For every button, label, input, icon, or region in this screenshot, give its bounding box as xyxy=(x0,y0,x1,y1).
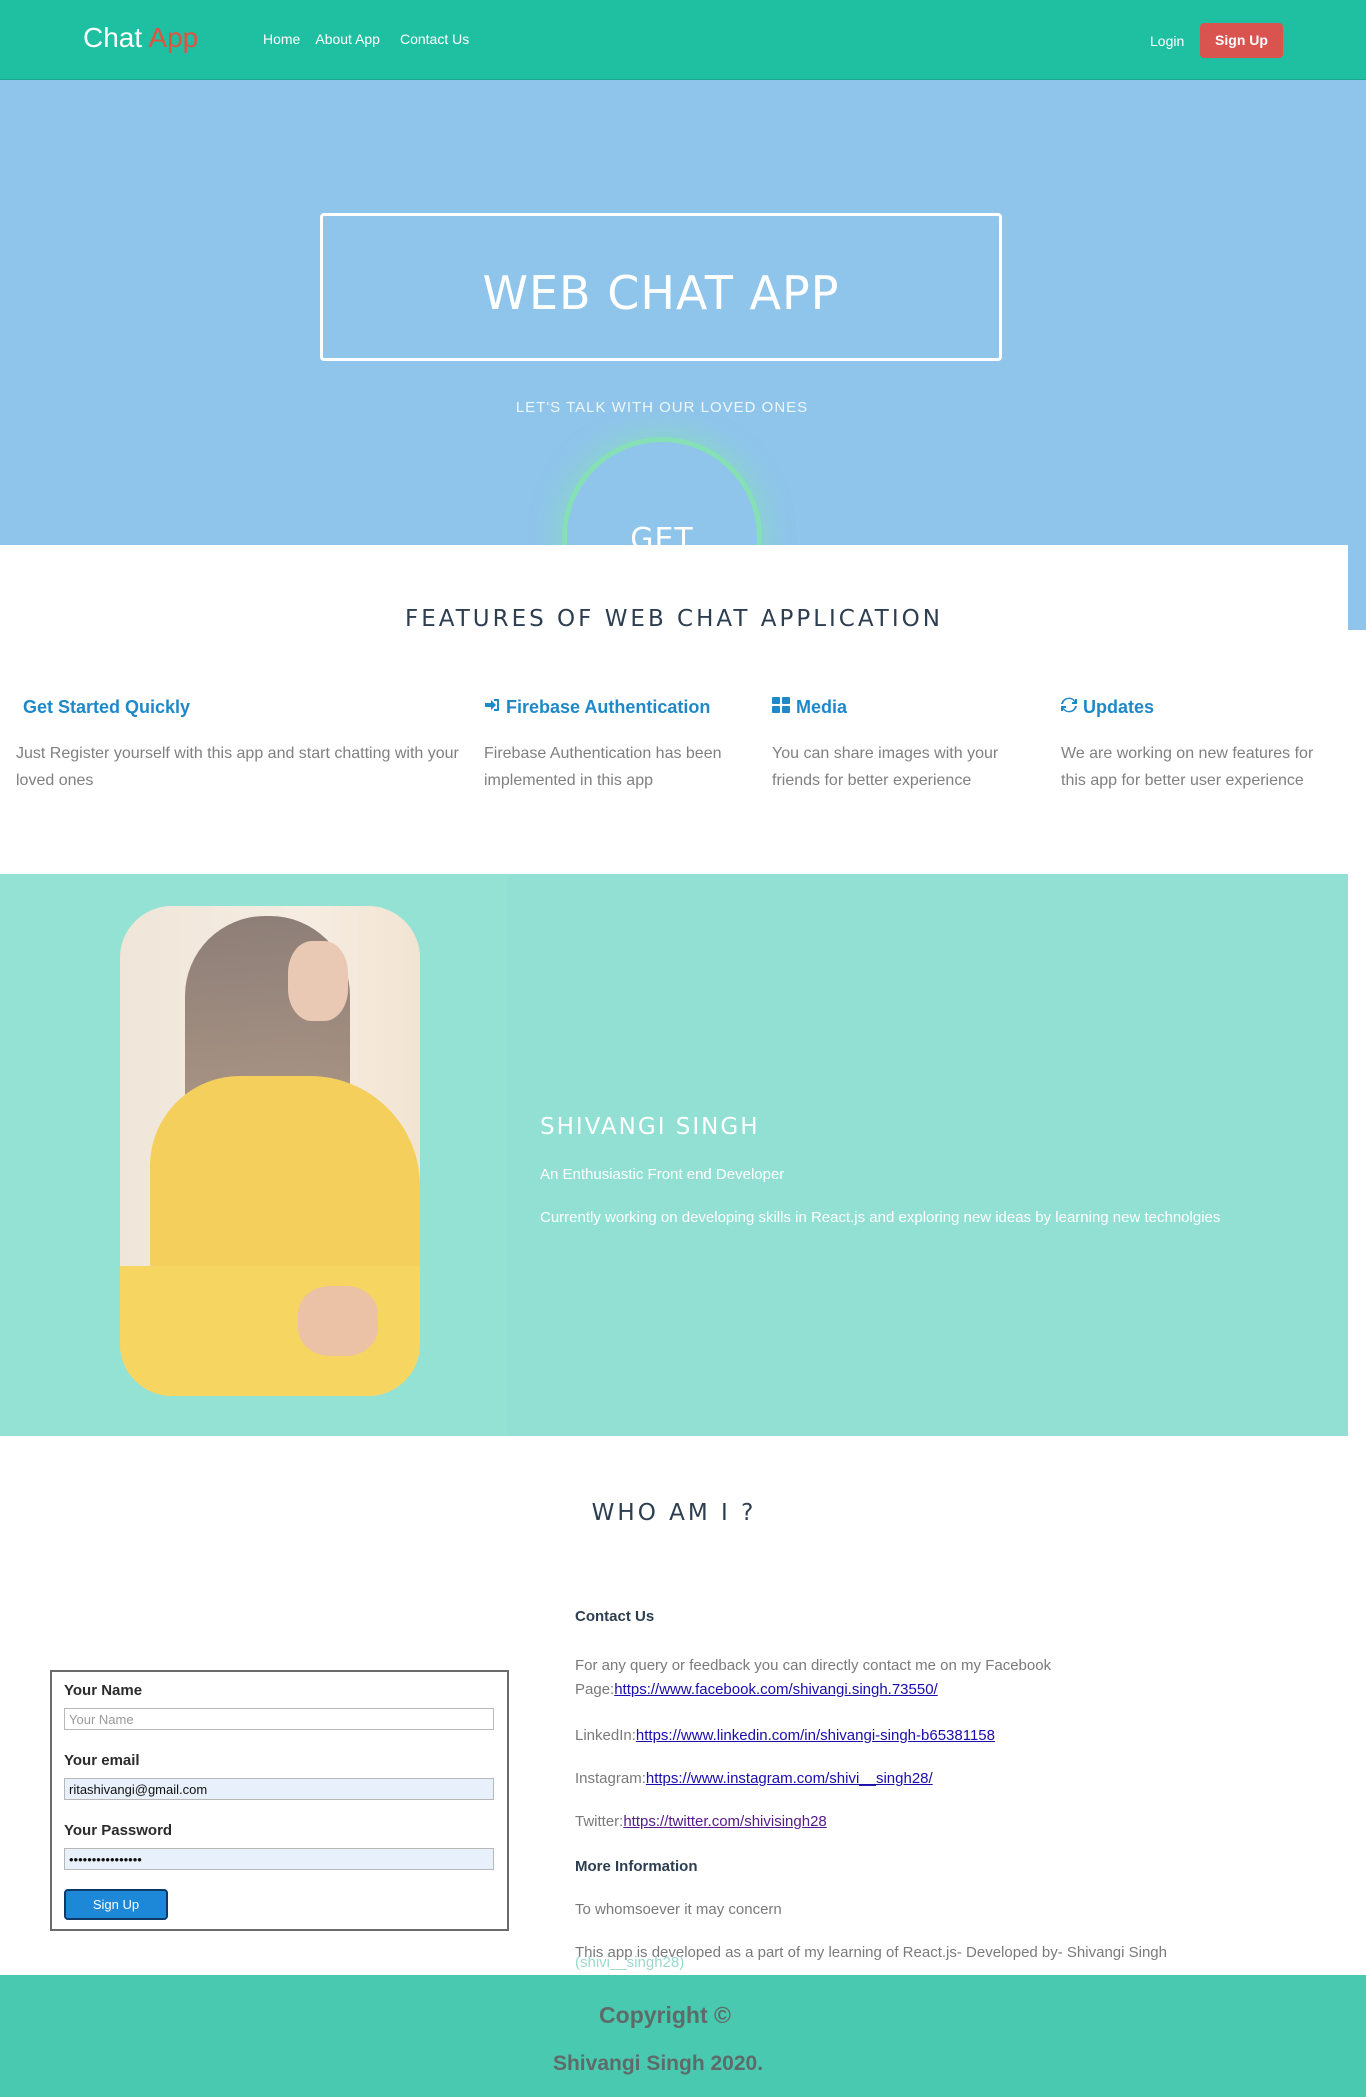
concern-text: To whomsoever it may concern xyxy=(575,1901,782,1918)
developer-handle: (shivi__singh28) xyxy=(575,1954,685,1971)
login-link[interactable]: Login xyxy=(1150,33,1184,49)
feature-title: Firebase Authentication xyxy=(506,697,711,717)
twitter-link[interactable]: https://twitter.com/shivisingh28 xyxy=(623,1813,826,1830)
twitter-line: Twitter:https://twitter.com/shivisingh28 xyxy=(575,1810,1295,1834)
about-name: SHIVANGI SINGH xyxy=(540,1114,760,1140)
instagram-link[interactable]: https://www.instagram.com/shivi__singh28… xyxy=(646,1770,933,1787)
instagram-label: Instagram: xyxy=(575,1770,646,1787)
feature-text: You can share images with your friends f… xyxy=(772,745,999,789)
instagram-line: Instagram:https://www.instagram.com/shiv… xyxy=(575,1767,1295,1791)
hero-title-box: WEB CHAT APP xyxy=(320,213,1002,361)
hero-section: WEB CHAT APP LET'S TALK WITH OUR LOVED O… xyxy=(0,80,1366,545)
hero-edge xyxy=(1348,545,1366,630)
grid-icon xyxy=(772,697,790,718)
feature-text: We are working on new features for this … xyxy=(1061,745,1314,789)
password-label: Your Password xyxy=(64,1822,173,1839)
feature-media: Media You can share images with your fri… xyxy=(772,697,1032,794)
footer-author: Shivangi Singh 2020. xyxy=(552,2052,764,2075)
name-label: Your Name xyxy=(64,1682,143,1699)
signup-form: Your Name Your email Your Password Sign … xyxy=(50,1670,509,1931)
more-info-heading: More Information xyxy=(575,1858,698,1875)
who-am-i-title: WHO AM I ? xyxy=(591,1500,757,1526)
brand-accent: App xyxy=(148,22,199,53)
nav-link-contact-us[interactable]: Contact Us xyxy=(400,31,469,47)
feature-firebase-auth: Firebase Authentication Firebase Authent… xyxy=(484,697,754,794)
signup-button[interactable]: Sign Up xyxy=(1200,23,1283,58)
brand-main: Chat xyxy=(83,22,143,53)
about-tagline: An Enthusiastic Front end Developer xyxy=(540,1166,785,1183)
feature-text: Just Register yourself with this app and… xyxy=(16,745,459,789)
nav-links: Home About App Contact Us xyxy=(263,31,484,47)
nav-link-home[interactable]: Home xyxy=(263,31,300,47)
linkedin-link[interactable]: https://www.linkedin.com/in/shivangi-sin… xyxy=(636,1727,995,1744)
refresh-icon xyxy=(1061,697,1077,718)
about-description: Currently working on developing skills i… xyxy=(540,1209,1221,1226)
email-label: Your email xyxy=(64,1752,140,1769)
feature-title: Get Started Quickly xyxy=(23,697,191,717)
features-title: FEATURES OF WEB CHAT APPLICATION xyxy=(405,606,943,632)
footer: Copyright © Shivangi Singh 2020. xyxy=(0,1975,1366,2097)
feature-updates: Updates We are working on new features f… xyxy=(1061,697,1331,794)
password-input[interactable] xyxy=(64,1848,494,1870)
feature-heading: Get Started Quickly xyxy=(16,697,466,718)
linkedin-label: LinkedIn: xyxy=(575,1727,636,1744)
email-input[interactable] xyxy=(64,1778,494,1800)
feature-title: Updates xyxy=(1083,697,1155,717)
brand-logo[interactable]: Chat App xyxy=(83,22,198,54)
facebook-link[interactable]: https://www.facebook.com/shivangi.singh.… xyxy=(614,1681,938,1698)
hero-subtitle: LET'S TALK WITH OUR LOVED ONES xyxy=(515,399,809,416)
about-section: SHIVANGI SINGH An Enthusiastic Front end… xyxy=(0,874,1348,1436)
name-input[interactable] xyxy=(64,1708,494,1730)
navbar: Chat App Home About App Contact Us Login… xyxy=(0,0,1366,80)
get-started-button[interactable]: GET STARTED xyxy=(562,437,762,545)
feature-heading: Media xyxy=(772,697,1032,718)
nav-link-about-app[interactable]: About App xyxy=(315,31,380,47)
get-started-label: GET STARTED xyxy=(630,522,694,545)
twitter-label: Twitter: xyxy=(575,1813,624,1830)
footer-copyright: Copyright © xyxy=(599,2002,731,2028)
feature-title: Media xyxy=(796,697,848,717)
linkedin-line: LinkedIn:https://www.linkedin.com/in/shi… xyxy=(575,1724,1295,1748)
form-signup-button[interactable]: Sign Up xyxy=(64,1889,168,1920)
feature-get-started: Get Started Quickly Just Register yourse… xyxy=(16,697,466,794)
feature-heading: Firebase Authentication xyxy=(484,697,754,718)
contact-heading: Contact Us xyxy=(575,1608,655,1625)
feature-text: Firebase Authentication has been impleme… xyxy=(484,745,722,789)
sign-in-icon xyxy=(484,698,500,717)
facebook-line: For any query or feedback you can direct… xyxy=(575,1654,1295,1702)
profile-photo xyxy=(120,906,420,1396)
hero-title: WEB CHAT APP xyxy=(482,266,840,320)
feature-heading: Updates xyxy=(1061,697,1331,718)
